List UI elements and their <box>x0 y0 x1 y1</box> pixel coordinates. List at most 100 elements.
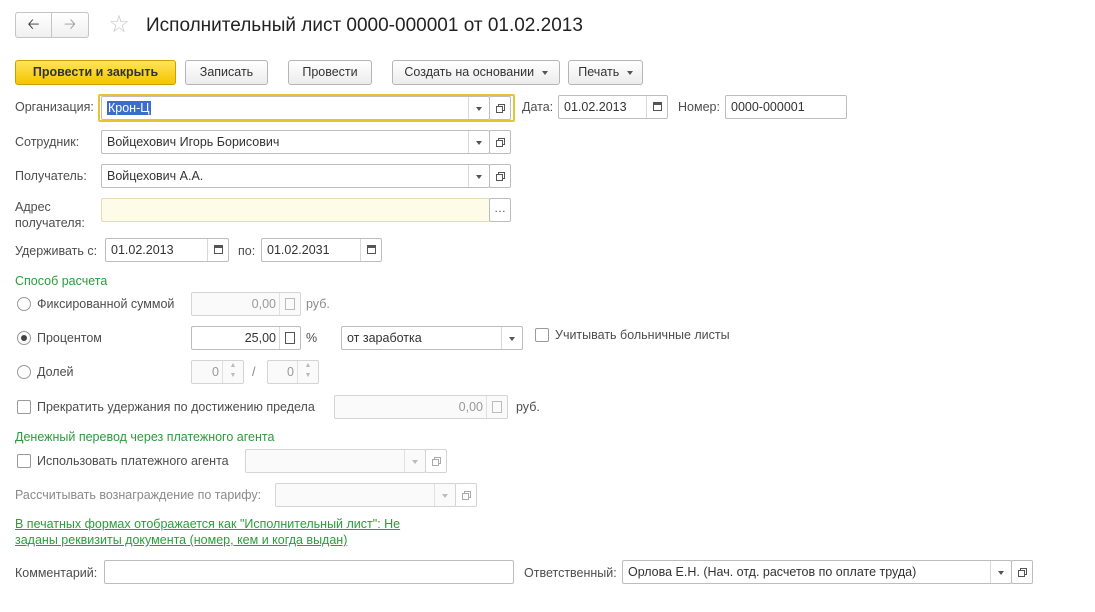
create-based-on-button[interactable]: Создать на основании <box>392 60 560 85</box>
calculator-icon <box>285 298 295 310</box>
share-numerator-field[interactable]: 0 ▲ ▼ <box>191 360 244 384</box>
calculator-button[interactable] <box>279 293 300 315</box>
use-agent-checkbox[interactable] <box>17 454 31 468</box>
stop-limit-currency: руб. <box>516 400 540 414</box>
save-button[interactable]: Записать <box>185 60 268 85</box>
fixed-amount-radio[interactable] <box>17 297 31 311</box>
recipient-label: Получатель: <box>15 169 87 183</box>
share-label: Долей <box>37 365 74 379</box>
address-label-line2: получателя: <box>15 216 85 230</box>
dropdown-arrow-icon <box>626 70 633 75</box>
percent-radio[interactable] <box>17 331 31 345</box>
stop-limit-field[interactable]: 0,00 <box>334 395 508 419</box>
post-and-close-button[interactable]: Провести и закрыть <box>15 60 176 85</box>
percent-field[interactable]: 25,00 <box>191 326 301 350</box>
share-denominator-value: 0 <box>287 365 294 379</box>
address-select-button[interactable]: … <box>489 198 511 222</box>
address-label-line1: Адрес <box>15 200 51 214</box>
calculator-button[interactable] <box>279 327 300 349</box>
percent-label: Процентом <box>37 331 102 345</box>
number-field[interactable]: 0000-000001 <box>725 95 847 119</box>
withhold-from-value: 01.02.2013 <box>111 243 174 257</box>
agent-open-button[interactable] <box>425 449 447 473</box>
tariff-label: Рассчитывать вознаграждение по тарифу: <box>15 488 262 502</box>
withhold-to-label: по: <box>238 244 256 258</box>
stop-limit-label: Прекратить удержания по достижению преде… <box>37 400 315 414</box>
dropdown-arrow-icon <box>476 174 482 179</box>
responsible-open-button[interactable] <box>1011 560 1033 584</box>
number-value: 0000-000001 <box>731 100 805 114</box>
organization-open-button[interactable] <box>489 96 511 120</box>
post-button[interactable]: Провести <box>288 60 372 85</box>
withhold-from-field[interactable]: 01.02.2013 <box>105 238 229 262</box>
organization-field[interactable]: Крон-Ц <box>101 96 490 120</box>
page-title: Исполнительный лист 0000-000001 от 01.02… <box>146 15 583 36</box>
tariff-field[interactable] <box>275 483 456 507</box>
calculator-button[interactable] <box>486 396 507 418</box>
withhold-from-label: Удерживать с: <box>15 244 98 258</box>
organization-dropdown-button[interactable] <box>468 97 489 119</box>
percent-value: 25,00 <box>244 331 276 345</box>
calendar-button[interactable] <box>646 96 667 118</box>
withhold-to-field[interactable]: 01.02.2031 <box>261 238 382 262</box>
employee-open-button[interactable] <box>489 130 511 154</box>
dropdown-arrow-icon <box>476 140 482 145</box>
comment-label: Комментарий: <box>15 566 98 580</box>
employee-label: Сотрудник: <box>15 135 80 149</box>
spin-down-icon: ▼ <box>304 372 312 379</box>
responsible-dropdown-button[interactable] <box>990 561 1011 583</box>
print-note-line1: В печатных формах отображается как "Испо… <box>15 517 401 531</box>
transfer-section-title: Денежный перевод через платежного агента <box>15 430 275 444</box>
dropdown-arrow-icon <box>476 106 482 111</box>
dropdown-arrow-icon <box>509 336 515 341</box>
spin-up-icon: ▲ <box>304 362 312 369</box>
share-denominator-spinner[interactable]: ▲ ▼ <box>297 361 318 383</box>
share-numerator-spinner[interactable]: ▲ ▼ <box>222 361 243 383</box>
date-field[interactable]: 01.02.2013 <box>558 95 668 119</box>
percent-base-dropdown-button[interactable] <box>501 327 522 349</box>
forward-button[interactable]: 🡢 <box>52 13 88 37</box>
share-denominator-field[interactable]: 0 ▲ ▼ <box>267 360 319 384</box>
number-label: Номер: <box>678 100 720 114</box>
use-agent-label: Использовать платежного агента <box>37 454 229 468</box>
print-form-requisites-link[interactable]: В печатных формах отображается как "Испо… <box>15 516 400 548</box>
calc-method-section-title: Способ расчета <box>15 274 108 288</box>
recipient-dropdown-button[interactable] <box>468 165 489 187</box>
open-form-icon-back <box>496 174 503 181</box>
responsible-label: Ответственный: <box>524 566 617 580</box>
tariff-dropdown-button[interactable] <box>434 484 455 506</box>
percent-sign: % <box>306 331 318 345</box>
favorite-star-icon[interactable]: ☆ <box>106 12 132 38</box>
dropdown-arrow-icon <box>998 570 1004 575</box>
fixed-amount-currency: руб. <box>306 297 330 311</box>
print-note-line2: заданы реквизиты документа (номер, кем и… <box>15 533 348 547</box>
agent-dropdown-button[interactable] <box>404 450 425 472</box>
tariff-open-button[interactable] <box>455 483 477 507</box>
print-button[interactable]: Печать <box>568 60 643 85</box>
organization-value: Крон-Ц <box>107 101 151 115</box>
open-form-icon-back <box>496 106 503 113</box>
calendar-button[interactable] <box>360 239 381 261</box>
address-field[interactable] <box>101 198 490 222</box>
sick-leave-label: Учитывать больничные листы <box>555 328 730 342</box>
share-radio[interactable] <box>17 365 31 379</box>
percent-base-value: от заработка <box>347 331 422 345</box>
employee-field[interactable]: Войцехович Игорь Борисович <box>101 130 490 154</box>
sick-leave-checkbox[interactable] <box>535 328 549 342</box>
agent-field[interactable] <box>245 449 426 473</box>
arrow-left-icon: 🡠 <box>27 16 40 33</box>
responsible-field[interactable]: Орлова Е.Н. (Нач. отд. расчетов по оплат… <box>622 560 1012 584</box>
recipient-open-button[interactable] <box>489 164 511 188</box>
open-form-icon-back <box>462 493 469 500</box>
recipient-field[interactable]: Войцехович А.А. <box>101 164 490 188</box>
employee-dropdown-button[interactable] <box>468 131 489 153</box>
percent-base-select[interactable]: от заработка <box>341 326 523 350</box>
comment-field[interactable] <box>104 560 514 584</box>
calendar-icon <box>214 245 223 254</box>
calendar-button[interactable] <box>207 239 228 261</box>
back-button[interactable]: 🡠 <box>16 13 52 37</box>
ellipsis-icon: … <box>494 201 506 215</box>
stop-limit-checkbox[interactable] <box>17 400 31 414</box>
fixed-amount-field[interactable]: 0,00 <box>191 292 301 316</box>
radio-selected-dot <box>21 335 27 341</box>
